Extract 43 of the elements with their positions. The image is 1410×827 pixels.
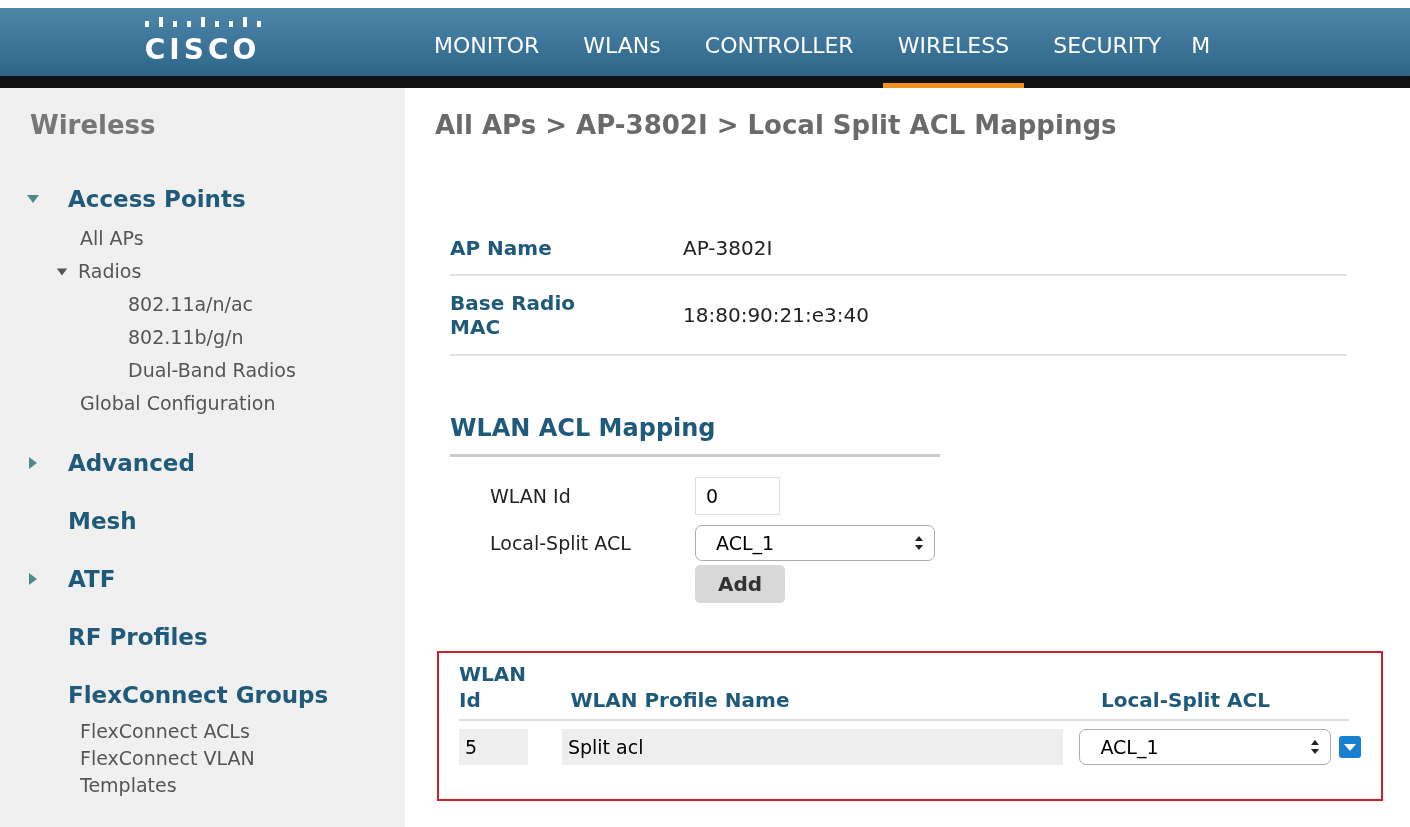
logo-bars-icon <box>142 17 263 27</box>
sidebar-section[interactable]: FlexConnect Groups <box>68 682 329 708</box>
sidebar-section[interactable]: RF Profiles <box>68 624 208 650</box>
sidebar-link[interactable]: FlexConnect ACLs <box>80 718 350 745</box>
detail-label: AP Name <box>450 236 553 260</box>
sidebar-section[interactable]: Mesh <box>68 508 137 534</box>
up-down-arrows-icon <box>1310 739 1320 755</box>
sidebar-title: Wireless <box>30 110 157 140</box>
nav-tab[interactable]: WIRELESS <box>882 33 1025 88</box>
breadcrumb-title: All APs > AP-3802I > Local Split ACL Mappings <box>435 110 1118 140</box>
nav-tab[interactable]: MONITOR <box>419 33 555 88</box>
sidebar-section[interactable]: ATF <box>68 566 116 592</box>
logo-wordmark[interactable]: CISCO <box>144 33 261 66</box>
section-heading: WLAN ACL Mapping <box>450 414 940 457</box>
nav-tab[interactable]: CONTROLLER <box>689 33 869 88</box>
sidebar-section[interactable]: Advanced <box>68 450 195 476</box>
up-down-arrows-icon <box>914 535 924 551</box>
column-header: WLAN Id <box>459 661 528 713</box>
sidebar-link[interactable]: All APs <box>80 222 350 255</box>
sidebar-link[interactable]: FlexConnect VLAN Templates <box>80 745 350 799</box>
detail-label: Base Radio MAC <box>450 291 576 339</box>
detail-value: AP-3802I <box>683 236 773 260</box>
table-cell: 5 <box>459 729 528 765</box>
sidebar-link[interactable]: 802.11a/n/ac <box>128 288 398 321</box>
add-button[interactable]: Add <box>695 565 785 603</box>
column-header: Local-Split ACL <box>1101 687 1271 713</box>
table-cell: Split acl <box>561 729 1064 765</box>
sidebar-link[interactable]: Radios <box>78 255 142 288</box>
acl-dropdown[interactable]: ACL_1 <box>695 525 935 561</box>
column-header: WLAN Profile Name <box>570 687 791 713</box>
nav-tab[interactable]: SECURITY <box>1038 33 1177 88</box>
field-label: Local-Split ACL <box>490 532 632 554</box>
acl-dropdown[interactable]: ACL_1 <box>1079 729 1331 765</box>
sidebar-link[interactable]: 802.11b/g/n <box>128 321 398 354</box>
sidebar-section[interactable]: Access Points <box>68 186 246 212</box>
field-label: WLAN Id <box>490 485 572 507</box>
nav-tab[interactable]: M <box>1176 33 1211 88</box>
detail-value: 18:80:90:21:e3:40 <box>683 303 869 327</box>
nav-tab[interactable]: WLANs <box>568 33 676 88</box>
dropdown-icon[interactable] <box>1339 736 1361 758</box>
sidebar-link[interactable]: Dual-Band Radios <box>128 354 398 387</box>
sidebar-link[interactable]: Global Configuration <box>80 387 350 420</box>
wlan-id-field[interactable]: 0 <box>695 477 780 515</box>
